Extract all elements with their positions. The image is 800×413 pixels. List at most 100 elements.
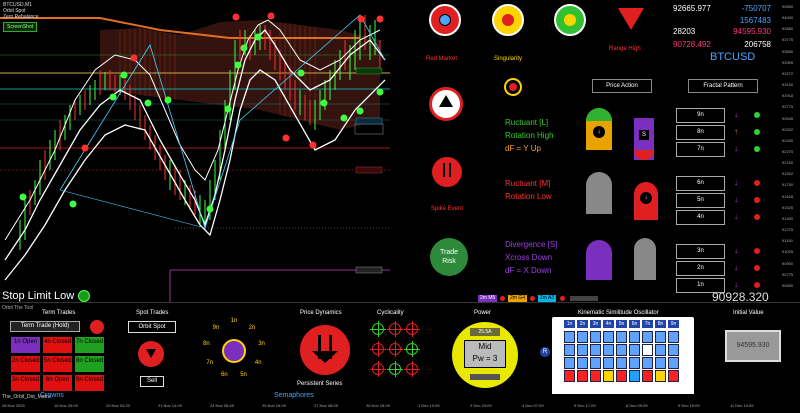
crosshair-icon (387, 341, 403, 357)
kso-cell (616, 370, 627, 382)
red-market-label: Red Market (426, 56, 458, 62)
price-top-2: -750707 (741, 4, 771, 13)
fractal-arrow-icon: ↑ (734, 127, 738, 136)
crowns-label: Crowns (40, 392, 64, 399)
price-axis-label: 92400 (782, 137, 794, 143)
price-axis-label: 91025 (782, 249, 794, 255)
pa-shape-6 (634, 238, 656, 280)
price-stack: 92665.977 -750707 1567483 28203 94595.93… (673, 3, 771, 50)
fractal-box[interactable]: 4n (676, 210, 725, 225)
term-trade-cell[interactable]: 8n Closed (74, 355, 105, 373)
fractal-box[interactable]: 7n (676, 142, 725, 157)
price-axis-label: 92775 (782, 104, 794, 110)
fractal-arrow-icon: ↓ (734, 280, 738, 289)
signal-panel: Red Market Singularity Range High 92665.… (390, 0, 780, 304)
price-mid-2: 94595.930 (733, 27, 771, 36)
screenshot-button[interactable]: ScreenShot (3, 22, 38, 32)
term-trade-hold-button[interactable]: Term Trade (Hold) (10, 321, 80, 332)
fractal-box[interactable]: 3n (676, 244, 725, 259)
legend-dot-3 (560, 296, 565, 301)
pa-shape-5 (586, 240, 612, 280)
term-trades-title: Term Trades (42, 310, 76, 316)
term-trade-cell[interactable]: 2n Closed (10, 355, 41, 373)
spike-label: Spike Event (431, 206, 464, 212)
df-x-down: dF = X Down (505, 266, 552, 275)
term-trade-cell[interactable]: 7n Closed (74, 336, 105, 354)
risk-label: Risk (442, 258, 456, 265)
orbit-node: 6n (221, 372, 228, 379)
initial-value-title: Initial Value (733, 310, 764, 316)
kso-cell (642, 344, 653, 356)
price-axis-label: 91525 (782, 204, 794, 210)
date-axis-label: 8 Dec 09:09 (626, 403, 648, 408)
third-signal[interactable] (554, 4, 586, 36)
divergence-s: Divergence [S] (505, 240, 558, 249)
orbit-node: 1n (230, 318, 238, 324)
fractal-box[interactable]: 6n (676, 176, 725, 191)
date-axis-label: 25 Nov 16:09 (262, 403, 286, 408)
date-axis-label: 27 Nov 08:09 (314, 403, 338, 408)
red-market-signal[interactable] (429, 4, 461, 36)
spot-down-icon (138, 341, 164, 367)
orbit-node: 9n (212, 324, 220, 331)
pa-shape-1: ↓ (586, 108, 612, 150)
term-trade-cell[interactable]: 9n Closed (74, 374, 105, 392)
price-axis-label: 91400 (782, 215, 794, 221)
fractal-arrow-icon: ↓ (734, 144, 738, 153)
rotation-low: Rotation Low (505, 192, 552, 201)
term-trade-cell[interactable]: 4n Closed (42, 336, 73, 354)
kso-cell (616, 357, 627, 369)
persistent-series-label: Persistent Series (297, 381, 343, 387)
kso-cell (642, 331, 653, 343)
term-trade-cell[interactable]: 1n Open (10, 336, 41, 354)
xcross-down: Xcross Down (505, 253, 553, 262)
status-label: Stop Limit Low (2, 290, 75, 302)
kso-cell (577, 331, 588, 343)
term-trade-cell[interactable]: 3n Closed (10, 374, 41, 392)
spike-signal[interactable] (432, 157, 462, 187)
fractal-box[interactable]: 9n (676, 108, 725, 123)
legend-tag-a3: 2m A3 (538, 295, 557, 302)
price-mid-1: 28203 (673, 27, 696, 36)
price-action-button[interactable]: Price Action (592, 79, 652, 93)
price-axis-label: 93150 (782, 82, 794, 88)
fractal-arrow-icon: ↓ (734, 246, 738, 255)
kso-cell (642, 357, 653, 369)
singularity-signal[interactable] (492, 4, 524, 36)
legend-bar (570, 296, 598, 301)
price-axis-label: 93880 (782, 26, 794, 32)
fractal-box[interactable]: 2n (676, 261, 725, 276)
fractal-box[interactable]: 8n (676, 125, 725, 140)
kso-cell (603, 357, 614, 369)
kso-header: 7n (642, 320, 653, 328)
third-signal-icon (564, 14, 576, 26)
kso-cell (577, 370, 588, 382)
fractal-pattern-button[interactable]: Fractal Pattern (688, 79, 758, 93)
term-trade-cell[interactable]: 5n Closed (42, 355, 73, 373)
chart-subtitle-2: Zero Rebalance (3, 14, 39, 20)
kso-cell (629, 331, 640, 343)
fractal-dot (754, 265, 760, 271)
kso-cell (629, 357, 640, 369)
fractal-box[interactable]: 5n (676, 193, 725, 208)
cyclicality-title: Cyclicality (377, 310, 404, 316)
ructuant-l: Ructuant [L] (505, 118, 549, 127)
kso-cell (577, 344, 588, 356)
range-high-signal[interactable] (618, 8, 644, 30)
kso-cell (668, 331, 679, 343)
price-axis-label: 93775 (782, 37, 794, 43)
date-axis-label: 20 Nov 04:33 (106, 403, 130, 408)
price-axis-label: 92275 (782, 149, 794, 154)
rotation-signal[interactable] (429, 87, 463, 121)
sell-button[interactable]: Sell (140, 376, 164, 387)
price-chart[interactable]: BTCUSD,M1 Orbit Spot Zero Rebalance Scre… (0, 0, 390, 302)
power-value: 25.5A (470, 328, 500, 336)
orbit-spot-button[interactable]: Orbit Spot (128, 321, 176, 333)
date-axis-label: 24 Nov 06:45 (210, 403, 234, 408)
power-mid-box: Mid Pw = 3 (464, 340, 506, 368)
crosshair-icon (370, 341, 386, 357)
kso-cell (655, 357, 666, 369)
singularity-label: Singularity (494, 56, 523, 62)
term-trade-cell[interactable]: 6n Open (42, 374, 73, 392)
trade-risk-badge[interactable]: Trade Risk (430, 238, 468, 276)
